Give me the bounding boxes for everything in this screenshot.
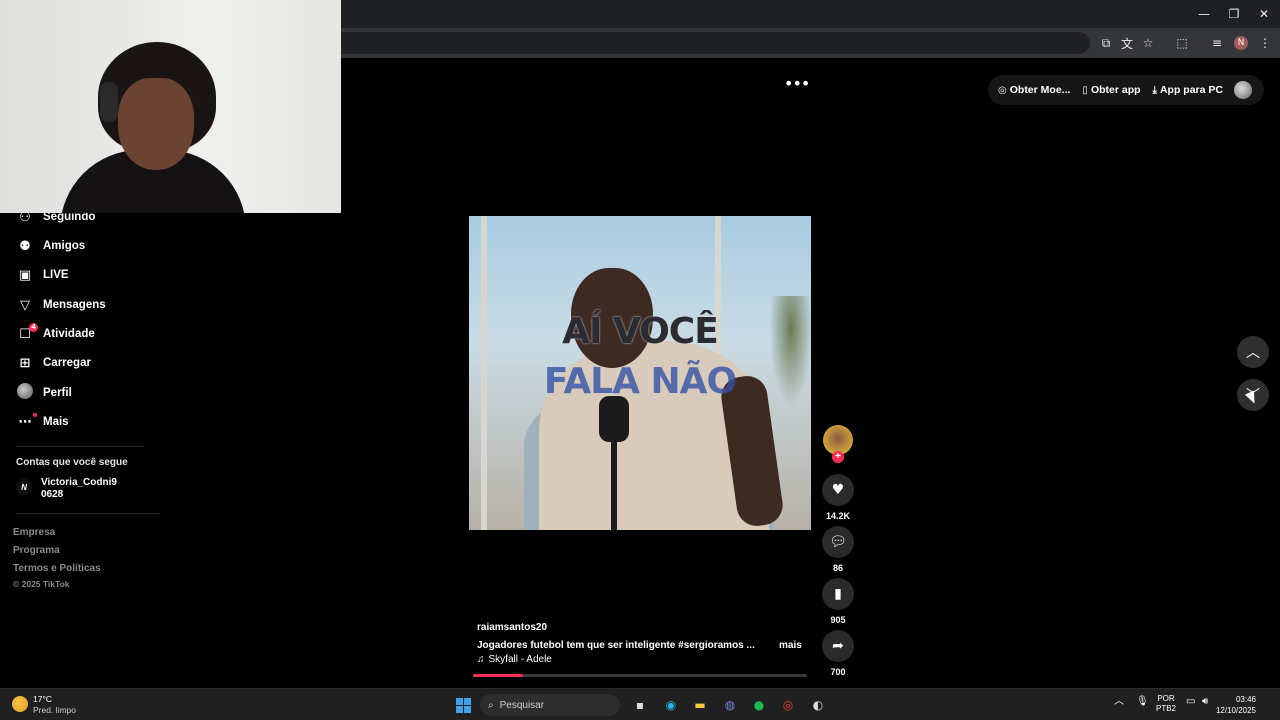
sidebar-item-mensagens[interactable]: ▽ Mensagens (16, 293, 106, 317)
video-caption-line2: FALA NÃO (543, 361, 737, 402)
weather-widget[interactable]: 17°C Pred. limpo (33, 694, 76, 716)
heart-icon: ♥ (831, 482, 845, 498)
like-button[interactable]: ♥ (822, 474, 854, 506)
task-view-icon[interactable]: ▪ (631, 696, 649, 714)
copyright: © 2025 TikTok (13, 579, 70, 589)
weather-icon[interactable] (12, 696, 28, 712)
video-author[interactable]: raiamsantos20 (477, 622, 547, 633)
following-section-title: Contas que você segue (16, 457, 128, 468)
clock[interactable]: 03:46 12/10/2025 (1216, 694, 1256, 716)
install-app-icon[interactable]: ⧉ (1096, 33, 1116, 53)
activity-badge: 4 (29, 322, 38, 332)
comment-button[interactable]: 💬︎ (822, 526, 854, 558)
chevron-up-icon: ︿ (1246, 345, 1260, 361)
footer-link-empresa[interactable]: Empresa (13, 527, 55, 538)
volume-icon[interactable]: 🔊︎ (1202, 697, 1208, 707)
sidebar-divider (16, 446, 144, 447)
browser-menu-icon[interactable]: ⋮ (1255, 33, 1275, 53)
comment-count: 86 (832, 563, 843, 573)
video-caption-line1: AÍ VOCÊ (562, 311, 719, 352)
share-button[interactable]: ➦ (822, 630, 854, 662)
live-icon: ▣ (18, 267, 32, 283)
footer-link-termos[interactable]: Termos e Políticas (13, 563, 101, 574)
sidebar-item-amigos[interactable]: ⚉ Amigos (16, 234, 85, 258)
sidebar-item-perfil[interactable]: Perfil (16, 381, 72, 405)
profile-avatar (17, 383, 33, 399)
app-icon[interactable]: ◐ (809, 696, 827, 714)
phone-icon: ▯ (1082, 84, 1088, 96)
sidebar-item-mais[interactable]: ⋯ Mais (16, 410, 69, 434)
share-icon: ➦ (832, 638, 844, 654)
music-note-icon: ♫ (477, 654, 485, 665)
file-explorer-icon[interactable]: ▬ (691, 696, 709, 714)
start-button[interactable] (454, 696, 472, 714)
pc-app-button[interactable]: ⤓ App para PC (1153, 84, 1223, 96)
bookmark-star-icon[interactable]: ☆ (1138, 33, 1158, 53)
restore-button[interactable]: ❐ (1218, 0, 1250, 28)
language-indicator[interactable]: POR PTB2 (1156, 694, 1176, 714)
user-avatar[interactable] (1234, 81, 1252, 99)
extensions-icon[interactable]: ⬚ (1172, 33, 1192, 53)
minimize-button[interactable]: — (1188, 0, 1220, 28)
media-controls-icon[interactable]: ≡ (1207, 33, 1227, 53)
taskbar-search[interactable]: ⌕ Pesquisar (480, 694, 620, 716)
friends-icon: ⚉ (19, 238, 31, 254)
footer-link-programa[interactable]: Programa (13, 545, 60, 556)
more-icon: ⋯ (16, 412, 37, 430)
more-options-icon[interactable]: ••• (784, 74, 810, 93)
upload-icon: ⊞ (19, 355, 31, 371)
profile-initial: N (1234, 36, 1248, 50)
comment-icon: 💬︎ (829, 534, 847, 550)
get-app-button[interactable]: ▯ Obter app (1082, 84, 1140, 96)
profile-button[interactable]: N (1231, 33, 1251, 53)
sidebar-item-live[interactable]: ▣ LIVE (16, 263, 69, 287)
account-avatar: N (16, 479, 32, 495)
webcam-overlay (0, 0, 341, 213)
chrome-icon[interactable]: ◎ (779, 696, 797, 714)
sidebar-item-carregar[interactable]: ⊞ Carregar (16, 351, 91, 375)
windows-logo-icon (455, 697, 471, 713)
translate-icon[interactable]: 文 (1117, 33, 1137, 53)
discord-icon[interactable]: ◍ (721, 696, 739, 714)
network-icon[interactable]: ▭ (1186, 697, 1195, 707)
more-description-button[interactable]: mais (779, 640, 802, 651)
save-count: 905 (830, 615, 846, 625)
edge-icon[interactable]: ◉ (662, 696, 680, 714)
messages-icon: ▽ (20, 297, 30, 313)
previous-video-button[interactable]: ︿ (1237, 336, 1269, 368)
get-coins-button[interactable]: ◎ Obter Moe... (998, 84, 1070, 96)
following-account[interactable]: N Victoria_Codni90628 (16, 477, 121, 501)
coin-icon: ◎ (998, 84, 1007, 96)
video-progress-fill (473, 674, 524, 677)
windows-taskbar: 17°C Pred. limpo ⌕ Pesquisar ▪ ◉ ▬ ◍ ● ◎… (0, 688, 1280, 720)
download-icon: ⤓ (1152, 84, 1157, 96)
share-count: 700 (830, 667, 846, 677)
search-icon: ⌕ (488, 699, 494, 711)
sidebar-divider (16, 513, 160, 514)
video-music[interactable]: ♫ Skyfall - Adele (477, 654, 552, 665)
microphone-icon[interactable]: 🎙︎ (1136, 697, 1149, 707)
video-progress-bar[interactable] (473, 674, 807, 677)
bookmark-icon: ▮ (834, 586, 842, 602)
spotify-icon[interactable]: ● (750, 696, 768, 714)
tray-overflow-icon[interactable]: ︿ (1114, 697, 1124, 707)
top-actions-bar: ◎ Obter Moe... ▯ Obter app ⤓ App para PC (988, 75, 1264, 105)
address-bar[interactable] (330, 32, 1090, 54)
like-count: 14.2K (825, 511, 851, 521)
sidebar-item-atividade[interactable]: ☐ 4 Atividade (16, 322, 95, 346)
activity-icon: ☐ 4 (16, 322, 38, 342)
close-window-button[interactable]: ✕ (1248, 0, 1280, 28)
video-player[interactable]: AÍ VOCÊ FALA NÃO (469, 216, 811, 530)
follow-plus-icon[interactable]: + (832, 451, 844, 463)
video-description: Jogadores futebol tem que ser inteligent… (477, 640, 755, 651)
account-name: Victoria_Codni90628 (41, 477, 117, 500)
save-button[interactable]: ▮ (822, 578, 854, 610)
